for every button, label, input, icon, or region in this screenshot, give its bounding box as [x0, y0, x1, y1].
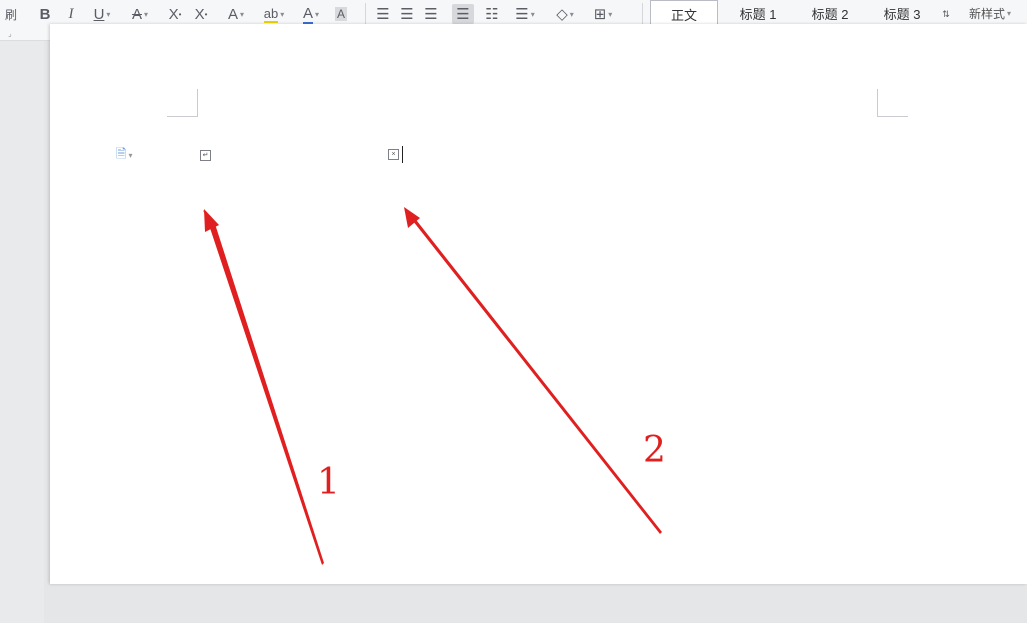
arrow-2-shaft: [405, 208, 662, 534]
annotation-arrows: [203, 207, 662, 565]
arrow-1-shaft: [203, 210, 324, 565]
annotation-label-2: 2: [643, 430, 666, 471]
arrow-1-head-icon: [204, 209, 219, 232]
annotation-label-1: 1: [317, 462, 340, 503]
